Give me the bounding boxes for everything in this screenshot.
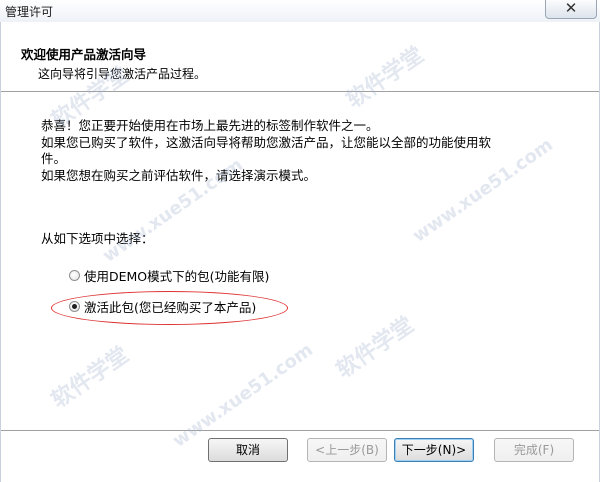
wizard-content: 恭喜！您正要开始使用在市场上最先进的标签制作软件之一。 如果您已购买了软件，这激… [1, 93, 599, 409]
wizard-subtitle: 这向导将引导您激活产品过程。 [38, 67, 207, 81]
option-demo-label: 使用DEMO模式下的包(功能有限) [84, 269, 270, 284]
cancel-button[interactable]: 取消 [208, 438, 288, 462]
dialog-frame: 欢迎使用产品激活向导 这向导将引导您激活产品过程。 恭喜！您正要开始使用在市场上… [0, 22, 600, 482]
back-button[interactable]: <上一步(B) [307, 438, 387, 462]
intro-line-2: 如果您已购买了软件，这激活向导将帮助您激活产品，让您能以全部的功能使用软 [41, 135, 492, 150]
close-button[interactable]: ✕ [545, 0, 597, 19]
title-bar: 管理许可 ✕ [0, 0, 600, 22]
radio-demo[interactable] [69, 270, 80, 281]
next-button[interactable]: 下一步(N)> [394, 438, 474, 462]
footer-divider-highlight [1, 431, 599, 432]
wizard-header: 欢迎使用产品激活向导 这向导将引导您激活产品过程。 [1, 22, 599, 92]
intro-line-4: 如果您想在购买之前评估软件，请选择演示模式。 [41, 168, 317, 183]
option-demo[interactable]: 使用DEMO模式下的包(功能有限) [69, 266, 269, 285]
highlight-ellipse [51, 291, 288, 325]
wizard-title: 欢迎使用产品激活向导 [21, 47, 147, 62]
window-title: 管理许可 [5, 5, 54, 19]
choose-label: 从如下选项中选择： [41, 231, 154, 246]
finish-button[interactable]: 完成(F) [494, 438, 574, 462]
close-icon: ✕ [564, 0, 578, 17]
